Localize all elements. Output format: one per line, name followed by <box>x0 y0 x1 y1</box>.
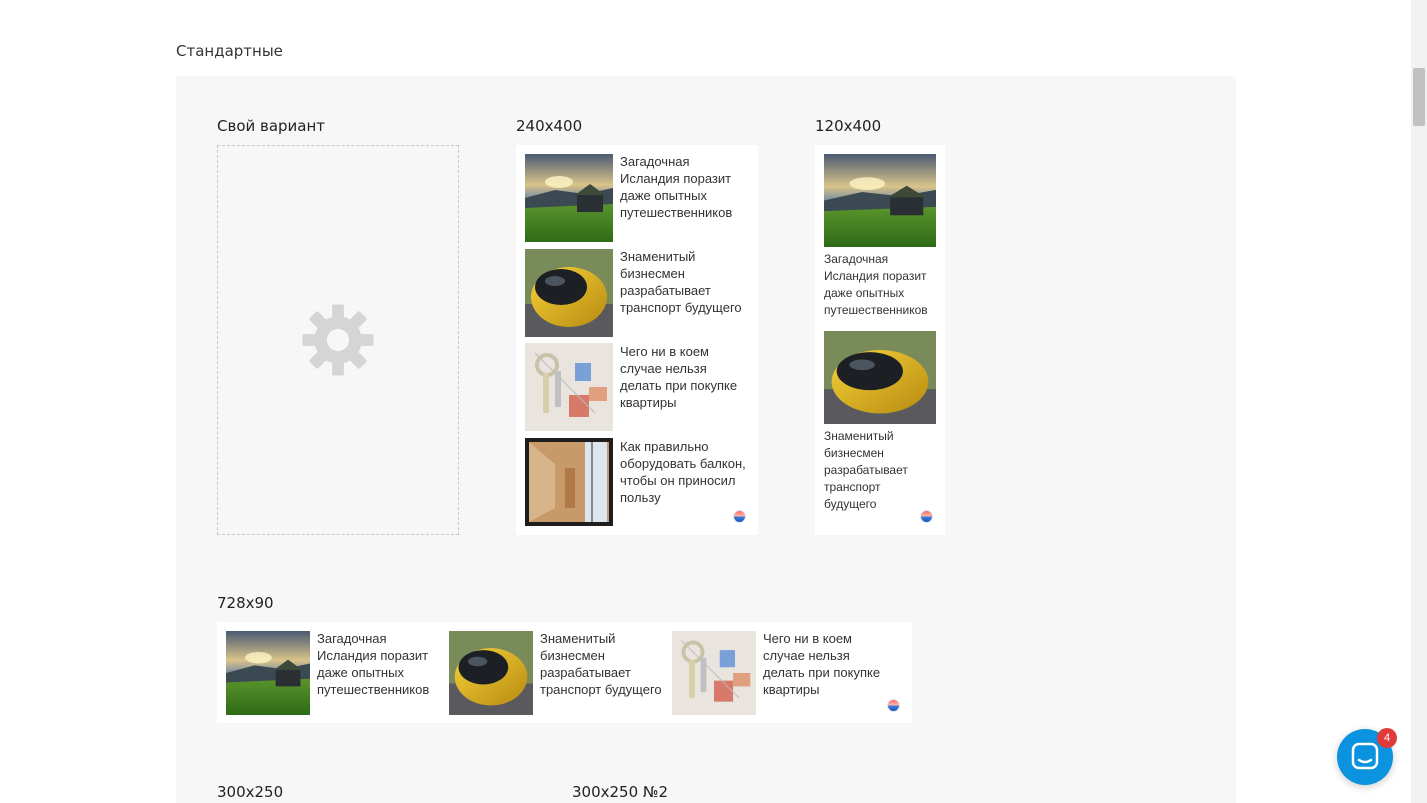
article-line: Знаменитый <box>824 429 894 443</box>
article-line: бизнесмен <box>620 266 685 281</box>
article-line: делать при покупке <box>620 378 738 393</box>
article-line: даже опытных <box>824 286 905 300</box>
format-label-300x250-2: 300x250 №2 <box>572 783 669 801</box>
format-label-120x400: 120x400 <box>815 117 882 135</box>
brand-logo-icon[interactable] <box>887 699 900 712</box>
article-line: разрабатывает <box>824 463 908 477</box>
article-line: Как правильно <box>620 439 709 454</box>
article-image-pod-car[interactable] <box>449 631 533 715</box>
article-text[interactable]: Загадочная Исландия поразит даже опытных… <box>620 153 732 221</box>
article-line: квартиры <box>763 682 820 697</box>
article-line: квартиры <box>620 395 677 410</box>
article-line: транспорт будущего <box>540 682 662 697</box>
article-text[interactable]: Знаменитый бизнесмен разрабатывает транс… <box>620 248 742 316</box>
article-text[interactable]: Знаменитый бизнесмен разрабатывает транс… <box>824 428 908 513</box>
scrollbar-thumb[interactable] <box>1413 68 1425 126</box>
chat-badge: 4 <box>1377 728 1397 748</box>
article-line: бизнесмен <box>540 648 605 663</box>
format-label-728x90: 728x90 <box>217 594 274 612</box>
article-text[interactable]: Чего ни в коем случае нельзя делать при … <box>763 630 880 698</box>
brand-logo-icon[interactable] <box>733 510 746 523</box>
article-text[interactable]: Загадочная Исландия поразит даже опытных… <box>317 630 429 698</box>
article-line: путешественников <box>620 205 733 220</box>
article-line: Исландия поразит <box>620 171 732 186</box>
article-text[interactable]: Загадочная Исландия поразит даже опытных… <box>824 251 928 319</box>
article-line: путешественников <box>824 303 928 317</box>
article-image-iceland[interactable] <box>226 631 310 715</box>
article-line: Исландия поразит <box>317 648 429 663</box>
article-line: путешественников <box>317 682 430 697</box>
article-line: будущего <box>824 497 877 511</box>
article-image-pod-car[interactable] <box>525 249 613 337</box>
article-line: Знаменитый <box>540 631 616 646</box>
brand-logo-icon[interactable] <box>920 510 933 523</box>
article-text[interactable]: Чего ни в коем случае нельзя делать при … <box>620 343 737 411</box>
article-image-iceland[interactable] <box>525 154 613 242</box>
article-line: Чего ни в коем <box>763 631 852 646</box>
article-line: случае нельзя <box>620 361 707 376</box>
article-image-balcony[interactable] <box>525 438 613 526</box>
section-title: Стандартные <box>176 42 283 60</box>
format-label-240x400: 240x400 <box>516 117 583 135</box>
article-line: Знаменитый <box>620 249 696 264</box>
article-line: чтобы он приносил <box>620 473 736 488</box>
article-line: Исландия поразит <box>824 269 927 283</box>
article-text[interactable]: Знаменитый бизнесмен разрабатывает транс… <box>540 630 662 698</box>
article-line: Чего ни в коем <box>620 344 709 359</box>
article-line: делать при покупке <box>763 665 881 680</box>
article-image-pod-car[interactable] <box>824 331 936 424</box>
article-line: Загадочная <box>824 252 889 266</box>
article-image-keys[interactable] <box>525 343 613 431</box>
article-text[interactable]: Как правильно оборудовать балкон, чтобы … <box>620 438 746 506</box>
article-line: случае нельзя <box>763 648 850 663</box>
article-line: даже опытных <box>317 665 404 680</box>
scrollbar[interactable] <box>1411 0 1427 803</box>
article-image-iceland[interactable] <box>824 154 936 247</box>
format-label-300x250: 300x250 <box>217 783 284 801</box>
article-line: разрабатывает <box>620 283 711 298</box>
gear-icon <box>301 303 375 377</box>
article-line: пользу <box>620 490 661 505</box>
article-image-keys[interactable] <box>672 631 756 715</box>
format-label-custom: Свой вариант <box>217 117 326 135</box>
article-line: разрабатывает <box>540 665 631 680</box>
article-line: даже опытных <box>620 188 707 203</box>
article-line: транспорт будущего <box>620 300 742 315</box>
article-line: Загадочная <box>317 631 387 646</box>
article-line: оборудовать балкон, <box>620 456 746 471</box>
article-line: Загадочная <box>620 154 690 169</box>
article-line: транспорт <box>824 480 881 494</box>
article-line: бизнесмен <box>824 446 884 460</box>
